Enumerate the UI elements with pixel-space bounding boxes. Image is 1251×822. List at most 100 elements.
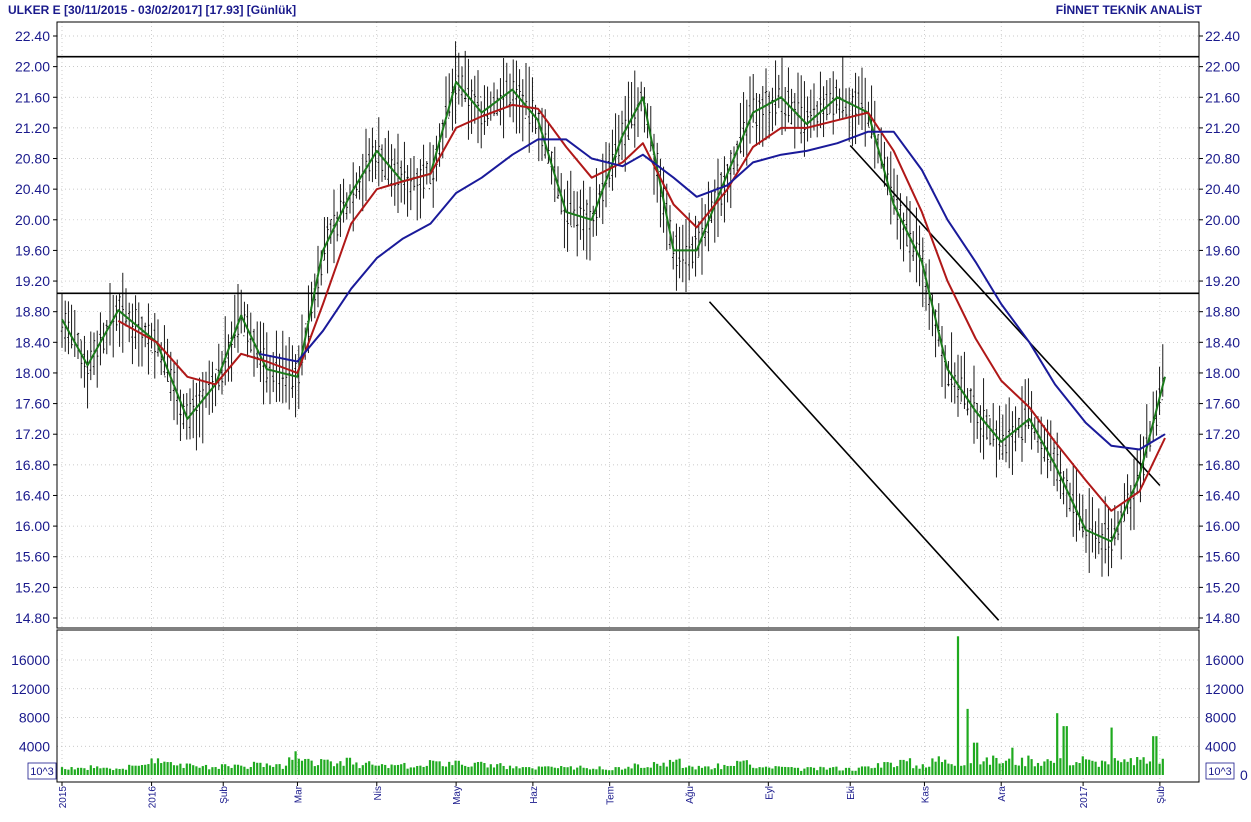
volume-bar <box>1033 766 1036 775</box>
volume-bar <box>704 766 707 775</box>
volume-bar <box>908 758 912 775</box>
volume-bar <box>496 764 499 775</box>
volume-bar <box>784 766 787 775</box>
volume-bar <box>457 760 460 775</box>
volume-bar <box>467 766 470 775</box>
x-tick-label: May <box>452 786 463 805</box>
volume-bar <box>204 764 208 775</box>
volume-bar <box>83 768 86 775</box>
y-tick-label: 19.60 <box>15 242 50 258</box>
volume-bar <box>1043 761 1046 775</box>
volume-bar <box>441 766 444 775</box>
volume-bar <box>585 768 588 775</box>
volume-bar <box>841 770 844 775</box>
volume-bar <box>745 760 748 775</box>
volume-bar <box>313 766 316 775</box>
volume-bar <box>1094 761 1097 775</box>
volume-bar <box>819 766 822 775</box>
volume-bar <box>563 767 566 775</box>
volume-bar <box>486 767 489 775</box>
volume-tick-label: 4000 <box>19 738 50 754</box>
volume-bar <box>681 767 684 775</box>
volume-bar <box>323 759 326 775</box>
y-tick-label: 19.60 <box>1205 242 1240 258</box>
volume-tick-label: 12000 <box>1205 681 1244 697</box>
y-tick-label: 16.00 <box>1205 518 1240 534</box>
volume-bar <box>982 761 985 775</box>
volume-bar <box>617 767 620 775</box>
y-tick-label: 22.00 <box>15 59 50 75</box>
y-tick-label: 22.40 <box>15 28 50 44</box>
volume-bar <box>672 761 675 775</box>
volume-bar <box>803 768 806 775</box>
volume-tick-label: 16000 <box>1205 652 1244 668</box>
volume-bar <box>236 764 240 775</box>
volume-bar <box>934 761 937 775</box>
volume-bar <box>816 770 819 775</box>
volume-bar <box>1084 759 1088 775</box>
volume-bar <box>492 767 496 775</box>
y-tick-label: 20.80 <box>1205 151 1240 167</box>
x-tick-label: 2017 <box>1079 786 1090 809</box>
volume-bar <box>390 764 393 775</box>
volume-bar <box>716 763 720 775</box>
volume-bar <box>707 766 710 775</box>
y-tick-label: 20.40 <box>15 181 50 197</box>
volume-bar <box>499 763 502 775</box>
volume-bar <box>201 766 204 775</box>
volume-bar <box>147 764 150 775</box>
volume-bar <box>963 765 966 775</box>
volume-bar <box>857 767 860 775</box>
volume-bar <box>547 766 550 775</box>
volume-bar <box>256 762 259 775</box>
volume-bar <box>409 767 412 775</box>
volume-bar <box>1113 758 1116 775</box>
volume-bar <box>870 768 873 775</box>
x-tick-label: Mar <box>293 785 304 803</box>
volume-bar <box>96 766 99 775</box>
volume-bar <box>192 765 195 775</box>
volume-bar <box>1126 761 1129 775</box>
volume-bar <box>476 762 480 775</box>
volume-bar <box>1027 755 1030 775</box>
y-tick-label: 16.80 <box>15 457 50 473</box>
volume-bar <box>166 762 169 775</box>
volume-bar <box>1075 762 1078 775</box>
volume-bar <box>211 767 214 775</box>
volume-bar <box>188 763 192 775</box>
volume-bar <box>1104 761 1107 775</box>
volume-bar <box>518 768 521 775</box>
volume-bar <box>1008 758 1011 775</box>
volume-unit-right: 10^3 <box>1205 762 1235 780</box>
y-tick-label: 15.20 <box>15 579 50 595</box>
volume-bar <box>502 765 505 775</box>
y-tick-label: 15.20 <box>1205 579 1240 595</box>
volume-bar <box>553 767 556 775</box>
y-tick-label: 14.80 <box>15 610 50 626</box>
volume-bar <box>1030 759 1033 775</box>
volume-bar <box>649 767 652 775</box>
y-tick-label: 18.00 <box>15 365 50 381</box>
volume-bar <box>278 764 281 775</box>
volume-bar <box>508 765 512 775</box>
volume-bar <box>438 761 441 775</box>
volume-bar <box>108 768 112 775</box>
volume-bar <box>1161 758 1164 775</box>
volume-bar <box>377 765 380 775</box>
y-tick-label: 21.20 <box>1205 120 1240 136</box>
volume-bar <box>976 742 979 775</box>
volume-bar <box>102 767 105 775</box>
volume-bar <box>105 767 108 775</box>
volume-bar <box>243 766 246 775</box>
volume-bar <box>889 762 892 775</box>
volume-bar <box>1040 765 1043 775</box>
volume-bar <box>1120 762 1123 775</box>
volume-bar <box>777 766 780 775</box>
volume-bar <box>688 765 691 775</box>
volume-bar <box>384 764 387 775</box>
volume-bar <box>150 758 153 775</box>
volume-bar <box>73 769 76 775</box>
volume-bar <box>144 764 147 775</box>
volume-bar <box>624 768 627 775</box>
volume-bar <box>838 770 841 775</box>
